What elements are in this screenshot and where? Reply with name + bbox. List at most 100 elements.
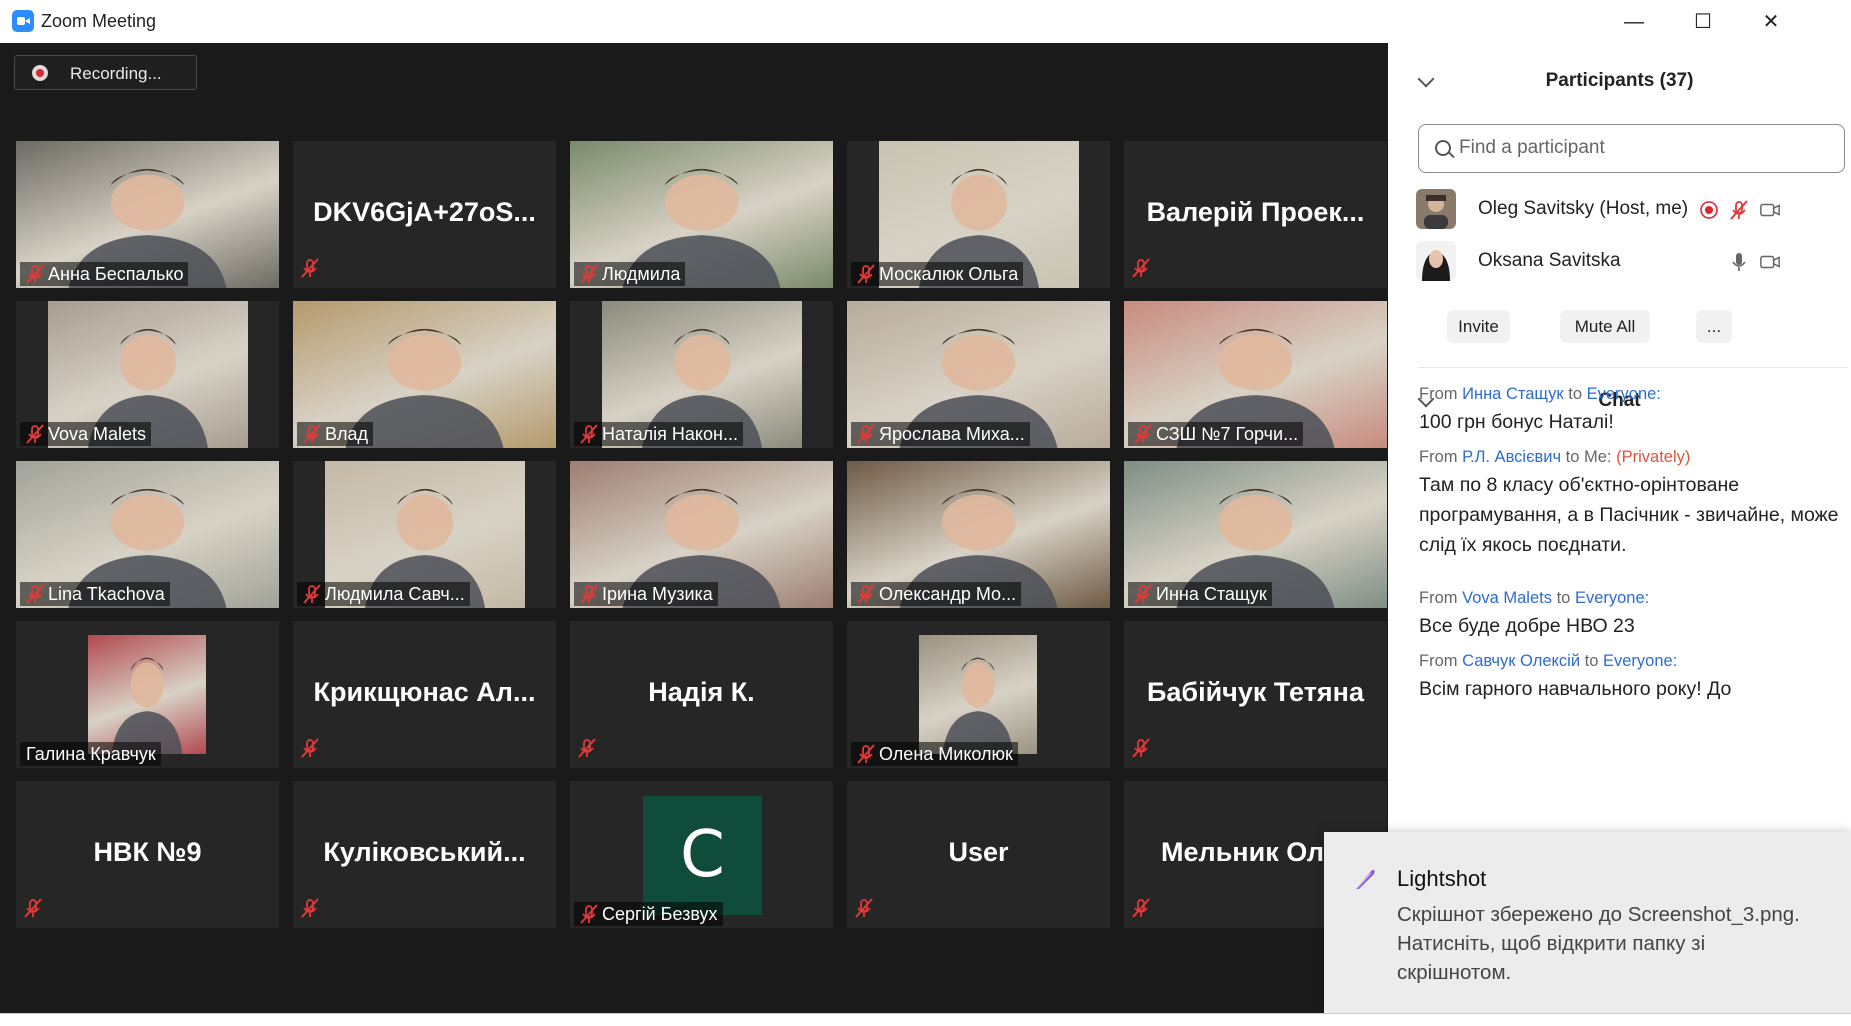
video-camera-icon[interactable] xyxy=(1759,251,1781,273)
recording-label: Recording... xyxy=(70,64,162,83)
chat-message: From Р.Л. Авсієвич to Me: (Privately) Та… xyxy=(1419,448,1839,560)
participants-header[interactable]: Participants (37) xyxy=(1388,60,1851,100)
to-label: to xyxy=(1584,652,1599,670)
participant-tile[interactable]: Москалюк Ольга xyxy=(847,141,1110,288)
participant-name-label: Влад xyxy=(297,422,374,446)
mic-icon[interactable] xyxy=(1728,251,1750,273)
muted-mic-icon xyxy=(299,737,321,764)
participant-tile[interactable]: Наталія Након... xyxy=(570,301,833,448)
window-title: Zoom Meeting xyxy=(41,11,157,31)
chat-message-meta: From Инна Стащук to Everyone: xyxy=(1419,385,1839,404)
chat-message-meta: From Vova Malets to Everyone: xyxy=(1419,589,1839,608)
taskbar-edge xyxy=(0,1013,1851,1026)
participant-tile[interactable]: Олена Миколюк xyxy=(847,621,1110,768)
participant-tile[interactable]: Людмила Савч... xyxy=(293,461,556,608)
participant-tile[interactable]: Бабійчук Тетяна xyxy=(1124,621,1387,768)
participant-name: Олександр Мо... xyxy=(879,584,1017,604)
participant-name: Ірина Музика xyxy=(602,584,713,604)
recording-dot-icon xyxy=(1700,201,1718,219)
to-label: to xyxy=(1568,385,1582,403)
invite-button[interactable]: Invite xyxy=(1447,310,1510,343)
chat-message-meta: From Р.Л. Авсієвич to Me: (Privately) xyxy=(1419,448,1839,467)
participant-tile[interactable]: User xyxy=(847,781,1110,928)
participant-name-label: Людмила xyxy=(574,262,686,286)
recipient-name[interactable]: Everyone: xyxy=(1603,652,1677,670)
participant-tile[interactable]: Олександр Мо... xyxy=(847,461,1110,608)
recipient-name[interactable]: Everyone: xyxy=(1587,385,1661,403)
participant-tile[interactable]: Влад xyxy=(293,301,556,448)
participant-tile[interactable]: DKV6GjA+27oS... xyxy=(293,141,556,288)
participant-tile[interactable]: Ярослава Миха... xyxy=(847,301,1110,448)
participant-name-label: Vova Malets xyxy=(20,422,152,446)
muted-mic-icon[interactable] xyxy=(1728,199,1750,221)
participant-row[interactable]: Oksana Savitska xyxy=(1416,237,1846,287)
participant-tile[interactable]: Надія К. xyxy=(570,621,833,768)
mute-all-button[interactable]: Mute All xyxy=(1560,310,1650,343)
search-icon xyxy=(1435,140,1451,156)
from-label: From xyxy=(1419,652,1458,670)
chat-message-text: Всім гарного навчального року! До xyxy=(1419,678,1732,700)
participants-title: Participants (37) xyxy=(1545,70,1694,91)
to-label: to xyxy=(1556,589,1571,607)
participant-name: Сергій Безвух xyxy=(602,904,718,924)
participant-name: Галина Кравчук xyxy=(26,744,156,764)
participant-tile[interactable]: Lina Tkachova xyxy=(16,461,279,608)
participant-tile[interactable]: Vova Malets xyxy=(16,301,279,448)
participant-name-label: Олена Миколюк xyxy=(851,742,1018,766)
participant-name: СЗШ №7 Горчи... xyxy=(1156,424,1299,444)
muted-mic-icon xyxy=(1130,737,1152,764)
participant-row-host[interactable]: Oleg Savitsky (Host, me) xyxy=(1416,185,1846,235)
participant-tile[interactable]: Галина Кравчук xyxy=(16,621,279,768)
participant-name: Людмила xyxy=(602,264,681,284)
video-camera-icon[interactable] xyxy=(1759,199,1781,221)
sender-name[interactable]: Р.Л. Авсієвич xyxy=(1462,448,1561,466)
recording-indicator[interactable]: Recording... xyxy=(14,55,197,90)
participant-tile[interactable]: Анна Беспалько xyxy=(16,141,279,288)
participant-tile[interactable]: Куліковський... xyxy=(293,781,556,928)
participant-tile[interactable]: Людмила xyxy=(570,141,833,288)
participant-tile[interactable]: Крикщюнас Ал... xyxy=(293,621,556,768)
lightshot-notification[interactable]: Lightshot Скрішнот збережено до Screensh… xyxy=(1324,832,1851,1013)
participant-name-display: Валерій Проек... xyxy=(1146,197,1365,227)
sender-name[interactable]: Инна Стащук xyxy=(1462,385,1564,403)
participant-name: Ярослава Миха... xyxy=(879,424,1025,444)
sender-name[interactable]: Савчук Олексій xyxy=(1462,652,1580,670)
maximize-button[interactable]: ☐ xyxy=(1683,8,1723,36)
participant-search-input[interactable] xyxy=(1459,135,1829,161)
participant-name-display: Крикщюнас Ал... xyxy=(313,677,536,707)
participant-name-label: Наталія Након... xyxy=(574,422,743,446)
zoom-app-icon xyxy=(12,10,34,32)
sender-name[interactable]: Vova Malets xyxy=(1462,589,1552,607)
participant-tile[interactable]: СЗШ №7 Горчи... xyxy=(1124,301,1387,448)
chat-message: From Vova Malets to Everyone: Все буде д… xyxy=(1419,589,1839,641)
muted-mic-icon xyxy=(576,737,598,764)
lightshot-feather-icon xyxy=(1355,869,1375,890)
participant-name: Анна Беспалько xyxy=(48,264,184,284)
muted-mic-icon xyxy=(1130,257,1152,284)
minimize-button[interactable]: — xyxy=(1614,8,1654,36)
participant-name: Oleg Savitsky (Host, me) xyxy=(1478,198,1689,219)
chat-message-meta: From Савчук Олексій to Everyone: xyxy=(1419,652,1839,671)
participant-tile[interactable]: C Сергій Безвух xyxy=(570,781,833,928)
participant-tile[interactable]: Инна Стащук xyxy=(1124,461,1387,608)
to-label: to Me: xyxy=(1565,448,1612,466)
recipient-name[interactable]: Everyone: xyxy=(1575,589,1649,607)
video-feed xyxy=(88,635,206,754)
record-dot-icon xyxy=(32,65,48,81)
participant-name-display: Куліковський... xyxy=(323,837,526,867)
participant-name: Людмила Савч... xyxy=(325,584,465,604)
participant-name: Lina Tkachova xyxy=(48,584,165,604)
chat-message: From Савчук Олексій to Everyone: Всім га… xyxy=(1419,652,1839,704)
participant-tile[interactable]: Валерій Проек... xyxy=(1124,141,1387,288)
participant-name-label: Людмила Савч... xyxy=(297,582,470,606)
close-button[interactable]: ✕ xyxy=(1751,8,1791,36)
participant-tile[interactable]: НВК №9 xyxy=(16,781,279,928)
participant-search[interactable] xyxy=(1418,124,1845,173)
participant-name-label: Галина Кравчук xyxy=(20,742,161,766)
participant-name-label: Ірина Музика xyxy=(574,582,718,606)
more-options-button[interactable]: ... xyxy=(1696,310,1732,343)
chat-message-text: Там по 8 класу об'єктно-орінтоване прогр… xyxy=(1419,474,1839,556)
participant-name-label: Ярослава Миха... xyxy=(851,422,1030,446)
participant-tile[interactable]: Ірина Музика xyxy=(570,461,833,608)
participant-name: Oksana Savitska xyxy=(1478,250,1621,271)
